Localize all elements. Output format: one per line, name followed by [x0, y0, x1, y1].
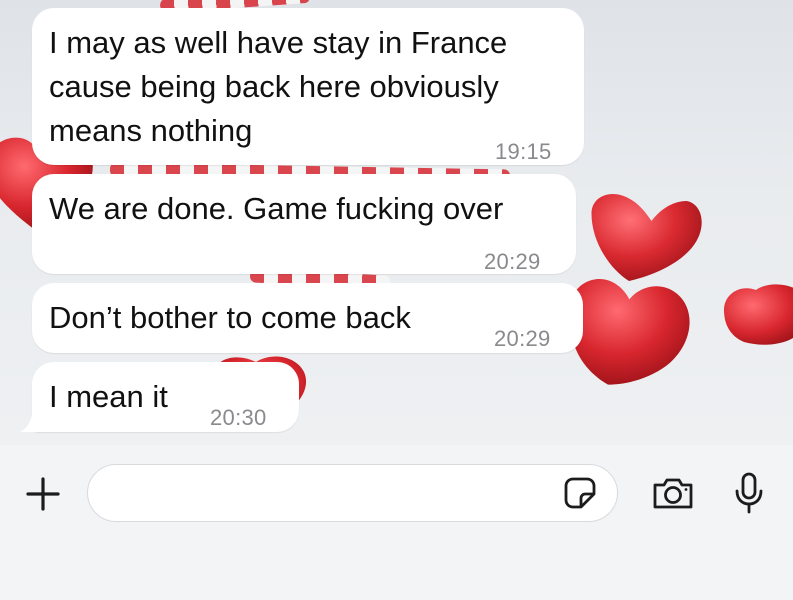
camera-icon: [653, 478, 693, 509]
message-timestamp: 19:15: [495, 139, 552, 164]
message-bubble[interactable]: We are done. Game fucking over 20:29: [32, 174, 576, 274]
message-timestamp: 20:30: [210, 405, 267, 430]
message-text: I mean it: [49, 379, 168, 414]
message-bubble[interactable]: I may as well have stay in France cause …: [32, 8, 584, 165]
bubble-tail: [20, 398, 44, 432]
message-text: I may as well have stay in France cause …: [49, 25, 508, 148]
sticker-button[interactable]: [562, 475, 598, 511]
sticker-icon: [564, 477, 596, 509]
message-bubble[interactable]: I mean it 20:30: [32, 362, 299, 432]
message-input[interactable]: [106, 475, 550, 513]
message-timestamp: 20:29: [484, 249, 541, 274]
message-bubble[interactable]: Don’t bother to come back 20:29: [32, 283, 583, 353]
microphone-icon: [735, 472, 763, 514]
add-attachment-button[interactable]: [22, 473, 64, 515]
chat-screen: I may as well have stay in France cause …: [0, 0, 793, 600]
message-text: We are done. Game fucking over: [49, 191, 504, 226]
message-composer: [0, 445, 793, 600]
plus-icon: [26, 477, 60, 511]
camera-button[interactable]: [649, 473, 697, 513]
message-timestamp: 20:29: [494, 326, 551, 351]
heart-decoration: [724, 284, 793, 345]
message-text: Don’t bother to come back: [49, 300, 411, 335]
microphone-button[interactable]: [729, 469, 769, 517]
message-input-pill[interactable]: [87, 464, 618, 522]
